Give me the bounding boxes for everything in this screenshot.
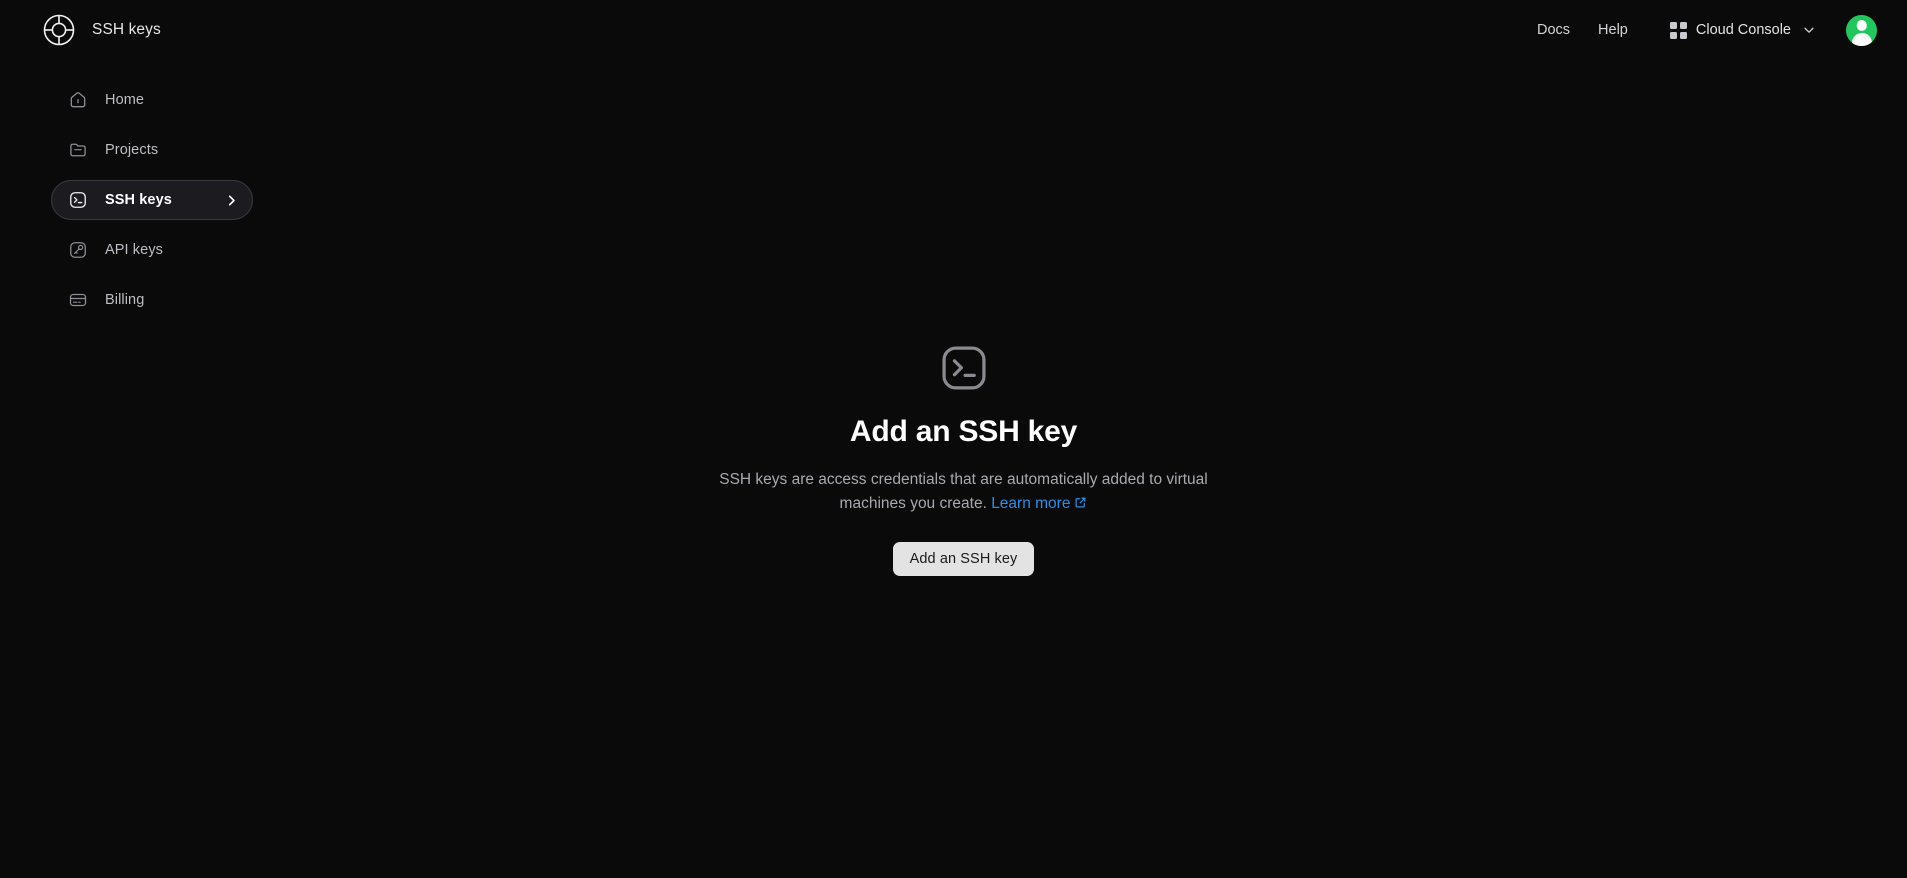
- external-link-icon: [1075, 497, 1086, 508]
- terminal-icon: [70, 192, 86, 208]
- empty-state-description: SSH keys are access credentials that are…: [712, 468, 1216, 516]
- top-bar-actions: Docs Help Cloud Console: [1523, 14, 1883, 47]
- brand[interactable]: SSH keys: [42, 13, 161, 47]
- top-bar: SSH keys Docs Help Cloud Console: [0, 0, 1907, 60]
- learn-more-link[interactable]: Learn more: [991, 495, 1087, 512]
- page-title: SSH keys: [92, 21, 161, 38]
- sidebar-item-label: Home: [105, 92, 145, 108]
- cloud-console-label: Cloud Console: [1695, 22, 1791, 38]
- main-content: Add an SSH key SSH keys are access crede…: [275, 60, 1907, 878]
- empty-state-title: Add an SSH key: [849, 415, 1078, 448]
- chevron-right-icon: [228, 194, 235, 206]
- sidebar-item-label: API keys: [105, 242, 164, 258]
- folder-icon: [70, 143, 86, 157]
- concentric-circle-logo: [43, 14, 75, 46]
- avatar[interactable]: [1846, 14, 1877, 46]
- sidebar-item-billing[interactable]: Billing: [51, 280, 253, 320]
- grid-apps-icon: [1669, 21, 1687, 39]
- app-shell: Home Projects SSH keys API keys Billing …: [0, 60, 1907, 878]
- chevron-down-icon: [1804, 27, 1814, 33]
- cloud-console-switcher[interactable]: Cloud Console: [1658, 14, 1828, 47]
- sidebar-item-ssh-keys[interactable]: SSH keys: [51, 180, 253, 220]
- terminal-icon: [941, 346, 986, 390]
- add-ssh-key-button[interactable]: Add an SSH key: [892, 542, 1035, 577]
- sidebar-item-label: Projects: [105, 142, 159, 158]
- credit-card-icon: [69, 293, 87, 307]
- avatar-head: [1856, 20, 1867, 31]
- sidebar-item-home[interactable]: Home: [51, 80, 253, 120]
- key-icon: [70, 242, 86, 258]
- sidebar-item-api-keys[interactable]: API keys: [51, 230, 253, 270]
- avatar-body: [1851, 33, 1872, 46]
- learn-more-label: Learn more: [991, 495, 1071, 513]
- empty-state: Add an SSH key SSH keys are access crede…: [644, 342, 1284, 577]
- home-icon: [70, 92, 86, 108]
- empty-state-description-text: SSH keys are access credentials that are…: [719, 471, 1208, 513]
- sidebar-item-projects[interactable]: Projects: [51, 130, 253, 170]
- sidebar: Home Projects SSH keys API keys Billing: [0, 60, 275, 330]
- help-link[interactable]: Help: [1584, 14, 1642, 46]
- sidebar-item-label: SSH keys: [105, 192, 172, 208]
- sidebar-item-label: Billing: [105, 292, 145, 308]
- docs-link[interactable]: Docs: [1523, 14, 1584, 46]
